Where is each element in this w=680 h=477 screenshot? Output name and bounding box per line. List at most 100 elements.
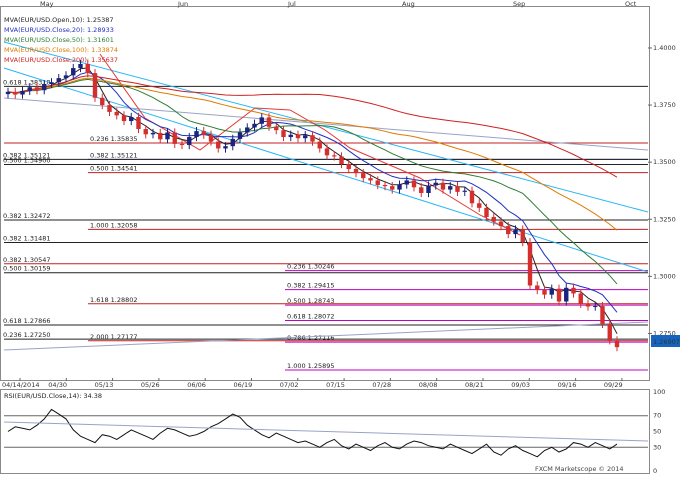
candle-body: [150, 132, 156, 135]
candle-body: [114, 111, 119, 116]
date-tick-label: 09/16: [558, 381, 577, 389]
candle-body: [49, 82, 54, 85]
rsi-label: RSI(EUR/USD.Close,14): 34.38: [4, 392, 102, 400]
candle-body: [179, 143, 185, 146]
candle-body: [513, 229, 518, 235]
fib-level-label: 0.500 1.34541: [90, 165, 138, 173]
date-tick-label: 04/14/2014: [2, 381, 39, 389]
candle-body: [455, 186, 460, 192]
legend-item: MVA(EUR/USD.Close,20): 1.28933: [4, 26, 114, 34]
date-tick-label: 07/15: [326, 381, 345, 389]
candle-body: [440, 182, 446, 190]
date-tick-label: 05/13: [95, 381, 114, 389]
candle-body: [614, 340, 620, 348]
candle-body: [361, 173, 366, 179]
fib-level-label: 0.382 1.35121: [90, 151, 138, 159]
candle-body: [136, 116, 141, 130]
candle-body: [477, 203, 482, 208]
legend-item: MVA(EUR/USD.Close,200): 1.35637: [4, 56, 118, 64]
candle-body: [484, 207, 489, 217]
candle-body: [375, 180, 380, 186]
candle-body: [194, 131, 199, 138]
candle-body: [549, 288, 554, 295]
candle-body: [310, 135, 315, 142]
last-price-label: 1.26907: [653, 338, 680, 346]
date-tick-label: 07/28: [372, 381, 391, 389]
date-tick-label: 04/30: [48, 381, 67, 389]
date-tick-label: 08/08: [419, 381, 438, 389]
rsi-tick-label: 100: [653, 388, 665, 396]
candle-body: [281, 130, 286, 138]
candle-body: [382, 185, 388, 187]
price-tick-label: 1.3750: [653, 101, 676, 109]
candle-body: [462, 190, 467, 192]
candle-body: [578, 293, 583, 304]
fib-level-label: 1.000 1.25895: [287, 362, 335, 370]
date-tick-label: 07/02: [280, 381, 299, 389]
rsi-tick-label: 50: [653, 428, 661, 436]
candle-body: [201, 131, 206, 135]
candle-body: [34, 87, 40, 91]
legend-item: MVA(EUR/USD.Open,10): 1.25387: [4, 16, 114, 24]
candle-body: [230, 138, 235, 147]
price-tick-label: 1.3250: [653, 215, 676, 223]
candle-body: [71, 68, 76, 76]
fib-level-label: 0.382 1.29415: [287, 282, 335, 290]
legend-item: MVA(EUR/USD.Close,100): 1.33874: [4, 46, 118, 54]
date-tick-label: 09/29: [604, 381, 623, 389]
fib-level-label: 0.382 1.30547: [3, 256, 51, 264]
fib-level-label: 0.500 1.30159: [3, 265, 51, 273]
candle-body: [129, 116, 134, 122]
month-label: Jul: [287, 0, 296, 8]
rsi-tick-label: 70: [653, 412, 661, 420]
candle-body: [266, 117, 272, 127]
candle-body: [339, 156, 344, 164]
candle-body: [491, 216, 496, 222]
candle-body: [535, 285, 540, 291]
candle-body: [259, 117, 264, 124]
candle-body: [5, 91, 11, 95]
candle-body: [121, 115, 127, 122]
legend-item: MVA(EUR/USD.Close,50): 1.31601: [4, 36, 114, 44]
candle-body: [288, 134, 293, 138]
date-tick-label: 05/26: [141, 381, 160, 389]
date-tick-label: 08/21: [465, 381, 484, 389]
candle-body: [600, 306, 605, 324]
fib-level-label: 1.000 1.32058: [90, 221, 138, 229]
price-tick-label: 1.3000: [653, 272, 676, 280]
date-tick-label: 06/06: [187, 381, 206, 389]
candle-body: [419, 187, 424, 193]
fib-level-label: 0.618 1.28072: [287, 312, 335, 320]
candle-body: [397, 184, 402, 190]
date-tick-label: 09/03: [511, 381, 530, 389]
candle-body: [172, 132, 177, 144]
candle-body: [324, 148, 330, 156]
candle-body: [353, 169, 359, 174]
candle-body: [237, 132, 243, 139]
candle-body: [187, 137, 192, 146]
candle-body: [527, 242, 533, 286]
month-label: Oct: [625, 0, 637, 8]
candle-body: [223, 146, 228, 149]
candle-body: [85, 63, 90, 74]
candle-body: [56, 78, 61, 83]
candle-body: [274, 126, 279, 131]
fib-level-label: 0.236 1.35835: [90, 135, 138, 143]
month-label: Aug: [402, 0, 415, 8]
rsi-tick-label: 30: [653, 443, 661, 451]
candle-body: [564, 287, 569, 302]
candle-body: [542, 290, 547, 295]
candle-body: [245, 127, 250, 133]
candle-body: [332, 155, 337, 157]
candle-body: [607, 323, 612, 341]
price-tick-label: 1.3500: [653, 158, 676, 166]
month-label: May: [40, 0, 54, 8]
eurusd-chart: 0.618 1.383180.236 1.358350.382 1.351210…: [0, 0, 680, 475]
candle-body: [404, 180, 409, 185]
candle-body: [295, 134, 301, 139]
candle-body: [411, 180, 417, 188]
candle-body: [143, 129, 148, 135]
month-label: Sep: [513, 0, 525, 8]
rsi-tick-label: 0: [653, 467, 657, 475]
candle-body: [520, 229, 525, 243]
